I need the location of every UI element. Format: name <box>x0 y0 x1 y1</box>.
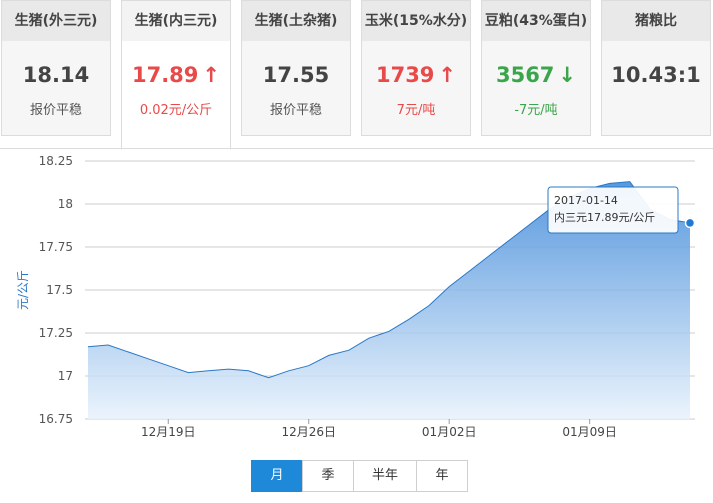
tab-sub: 0.02元/公斤 <box>139 103 213 118</box>
price-tabs: 生猪(外三元) 18.14 报价平稳 生猪(内三元) 17.89 ↑ 0.02元/… <box>0 0 713 150</box>
tab-title: 生猪(外三元) <box>2 1 110 41</box>
y-tick-label: 17.5 <box>46 283 73 297</box>
tab-pig-inner-three[interactable]: 生猪(内三元) 17.89 ↑ 0.02元/公斤 <box>121 0 231 150</box>
arrow-up-icon: ↑ <box>202 63 221 87</box>
tab-price: 18.14 <box>2 63 110 87</box>
tab-sub: 7元/吨 <box>396 103 436 118</box>
price-value: 1739 <box>375 63 435 87</box>
y-tick-label: 17.25 <box>39 326 73 340</box>
y-axis-label: 元/公斤 <box>16 270 30 310</box>
tab-price: 17.89 ↑ <box>122 63 230 87</box>
tab-corn[interactable]: 玉米(15%水分) 1739 ↑ 7元/吨 <box>361 0 471 136</box>
tab-title: 生猪(土杂猪) <box>242 1 350 41</box>
tab-title: 生猪(内三元) <box>122 1 230 41</box>
period-button-group: 月 季 半年 年 <box>251 460 468 492</box>
price-value: 17.55 <box>262 63 330 87</box>
tab-soybean-meal[interactable]: 豆粕(43%蛋白) 3567 ↓ -7元/吨 <box>481 0 591 136</box>
price-value: 18.14 <box>22 63 90 87</box>
data-point-marker <box>684 217 696 229</box>
tab-pig-native[interactable]: 生猪(土杂猪) 17.55 报价平稳 <box>241 0 351 136</box>
price-chart: 16.75 17 17.25 17.5 17.75 18 18.25 12月19日 12月26日… <box>0 148 713 448</box>
y-tick-label: 16.75 <box>39 412 73 426</box>
tab-price: 3567 ↓ <box>482 63 590 87</box>
tooltip-value: 内三元17.89元/公斤 <box>554 210 655 224</box>
x-tick-label: 12月26日 <box>281 425 336 439</box>
price-value: 10.43:1 <box>611 63 701 87</box>
y-tick-label: 18.25 <box>39 154 73 168</box>
period-button-month[interactable]: 月 <box>251 460 303 492</box>
tab-sub: 报价平稳 <box>269 103 322 118</box>
x-tick-label: 01月09日 <box>562 425 617 439</box>
tab-pig-grain-ratio[interactable]: 猪粮比 10.43:1 <box>601 0 711 136</box>
tab-title: 猪粮比 <box>602 1 710 41</box>
tab-title: 豆粕(43%蛋白) <box>482 1 590 41</box>
tab-price: 1739 ↑ <box>362 63 470 87</box>
period-button-year[interactable]: 年 <box>416 460 468 492</box>
chart-svg: 16.75 17 17.25 17.5 17.75 18 18.25 12月19日 12月26日… <box>16 154 696 439</box>
period-button-quarter[interactable]: 季 <box>302 460 354 492</box>
y-tick-label: 17.75 <box>39 240 73 254</box>
tab-price: 17.55 <box>242 63 350 87</box>
price-value: 17.89 <box>131 63 199 87</box>
tab-sub: 报价平稳 <box>29 103 82 118</box>
tooltip-date: 2017-01-14 <box>554 194 618 207</box>
arrow-up-icon: ↑ <box>438 63 457 87</box>
period-button-half-year[interactable]: 半年 <box>353 460 417 492</box>
y-tick-label: 18 <box>58 197 73 211</box>
tab-title: 玉米(15%水分) <box>362 1 470 41</box>
tab-pig-outer-three[interactable]: 生猪(外三元) 18.14 报价平稳 <box>1 0 111 136</box>
x-tick-label: 12月19日 <box>141 425 196 439</box>
tab-sub: -7元/吨 <box>514 103 558 118</box>
price-value: 3567 <box>495 63 555 87</box>
x-tick-label: 01月02日 <box>422 425 477 439</box>
y-tick-label: 17 <box>58 369 73 383</box>
arrow-down-icon: ↓ <box>558 63 577 87</box>
tab-price: 10.43:1 <box>602 63 710 87</box>
